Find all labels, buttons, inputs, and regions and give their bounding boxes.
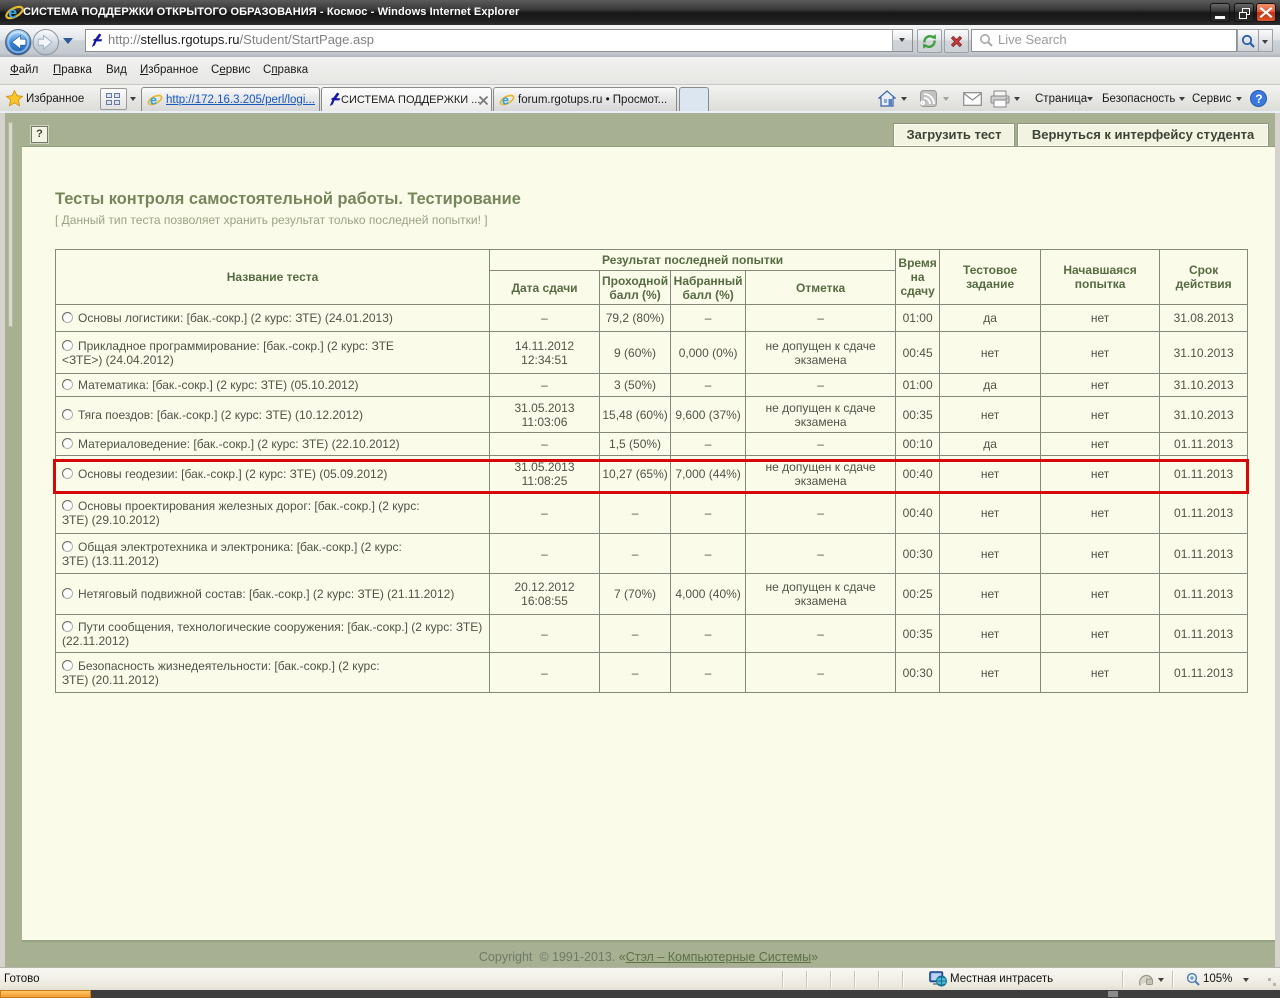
- svg-text:e: e: [150, 93, 157, 107]
- svg-text:?: ?: [1255, 92, 1262, 106]
- svg-text:e: e: [502, 93, 509, 107]
- svg-text:e: e: [8, 5, 17, 22]
